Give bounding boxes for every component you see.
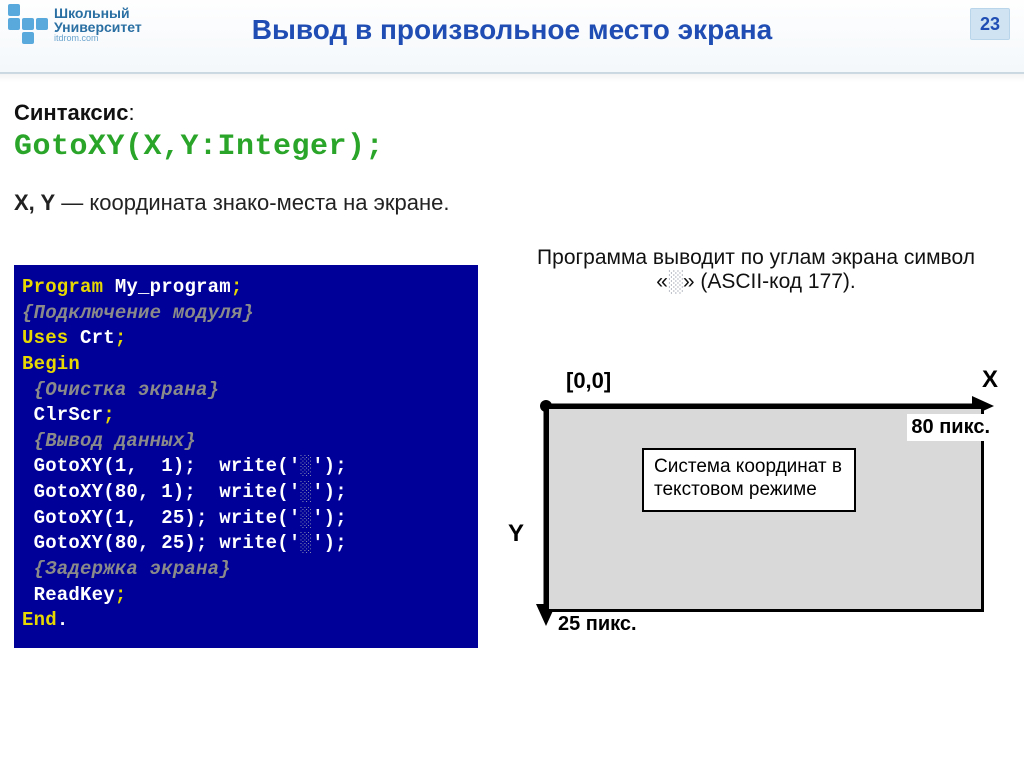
syntax-label: Синтаксис: bbox=[14, 100, 1010, 126]
lower-row: Program My_program; {Подключение модуля}… bbox=[14, 246, 1010, 667]
height-label: 25 пикс. bbox=[558, 613, 637, 636]
syntax-code: GotoXY(X,Y:Integer); bbox=[14, 130, 1010, 164]
syntax-label-suffix: : bbox=[128, 100, 134, 125]
desc-rest: — координата знако-места на экране. bbox=[55, 190, 449, 215]
origin-label: [0,0] bbox=[566, 368, 611, 394]
syntax-label-bold: Синтаксис bbox=[14, 100, 128, 125]
right-column: Программа выводит по углам экрана символ… bbox=[502, 246, 1010, 654]
coord-diagram: [0,0] X Y 80 пикс. 25 пикс. Система коор… bbox=[502, 374, 1010, 654]
page-number-badge: 23 bbox=[970, 8, 1010, 40]
desc-bold: X, Y bbox=[14, 190, 55, 215]
width-label: 80 пикс. bbox=[907, 414, 994, 441]
x-axis-label: X bbox=[982, 366, 998, 394]
page-title: Вывод в произвольное место экрана bbox=[0, 14, 1024, 46]
coord-note: Система координат в текстовом режиме bbox=[642, 448, 856, 512]
slide-header: Школьный Университет itdrom.com Вывод в … bbox=[0, 0, 1024, 74]
y-axis-label: Y bbox=[508, 520, 524, 548]
slide-content: Синтаксис: GotoXY(X,Y:Integer); X, Y — к… bbox=[14, 100, 1010, 667]
pascal-code-block: Program My_program; {Подключение модуля}… bbox=[14, 265, 478, 648]
program-caption: Программа выводит по углам экрана символ… bbox=[502, 246, 1010, 294]
coord-description: X, Y — координата знако-места на экране. bbox=[14, 190, 1010, 216]
